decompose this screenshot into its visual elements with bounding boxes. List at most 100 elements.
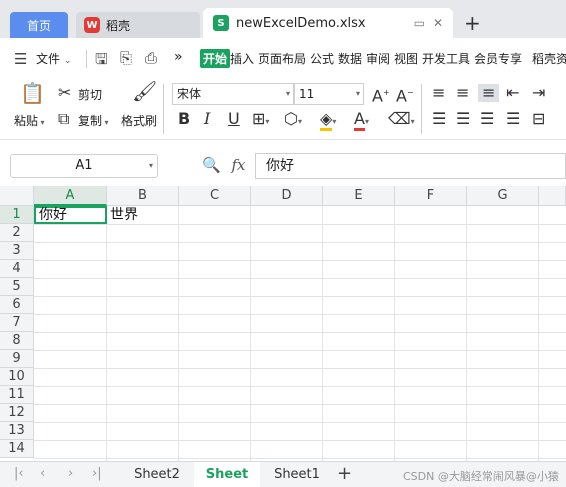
spreadsheet-file-icon: S [213,15,229,31]
paste-icon[interactable]: 📋 [20,83,45,103]
italic-icon[interactable]: I [204,110,210,128]
row-header-8[interactable]: 8 [0,332,34,350]
column-header-h[interactable] [539,186,566,206]
row-header-7[interactable]: 7 [0,314,34,332]
font-size-select[interactable]: 11 ▾ [294,83,364,105]
next-sheet-icon[interactable]: › [68,466,73,481]
menu-review[interactable]: 审阅 [366,50,390,67]
tab-actions: ▭ ✕ [414,16,443,30]
zoom-icon[interactable]: 🔍 [202,156,221,174]
align-bottom-icon[interactable]: ≡ [478,84,500,102]
sheet-tab-sheet[interactable]: Sheet [194,462,260,487]
format-painter-button[interactable]: 格式刷 [121,112,157,129]
last-sheet-icon[interactable]: ›| [92,466,102,481]
align-top-icon[interactable]: ≡ [432,84,445,102]
menu-file[interactable]: 文件 ⌄ [36,50,71,67]
column-header-a[interactable]: A [34,186,107,206]
first-sheet-icon[interactable]: |‹ [14,466,24,481]
copy-button[interactable]: 复制 ▾ [78,112,109,129]
prev-sheet-icon[interactable]: ‹ [40,466,45,481]
menu-page-layout[interactable]: 页面布局 [258,50,306,67]
row-header-6[interactable]: 6 [0,296,34,314]
eraser-icon[interactable]: ⌫▾ [388,110,415,131]
copy-icon[interactable]: ⧉ [58,110,69,128]
export-pdf-icon[interactable]: ⎘ [120,49,132,67]
fx-icon[interactable]: fx [231,156,245,174]
decrease-font-icon[interactable]: A− [396,84,414,105]
scissors-icon[interactable]: ✂ [58,84,71,102]
sheet-tab-sheet2[interactable]: Sheet2 [122,462,192,487]
menu-start[interactable]: 开始 [200,49,231,68]
align-center-icon[interactable]: ☰ [456,110,470,128]
formula-input[interactable]: 你好 [255,153,566,179]
font-name-select[interactable]: 宋体 ▾ [172,83,294,105]
decrease-indent-icon[interactable]: ⇤ [506,84,519,102]
align-right-icon[interactable]: ☰ [480,110,494,128]
menu-view[interactable]: 视图 [394,50,418,67]
row-header-13[interactable]: 13 [0,422,34,440]
row-header-5[interactable]: 5 [0,278,34,296]
menu-developer[interactable]: 开发工具 [422,50,470,67]
row-header-3[interactable]: 3 [0,242,34,260]
print-icon[interactable]: ⎙ [145,49,157,67]
wps-logo-icon: W [84,17,100,33]
tab-home[interactable]: 首页 [10,12,68,38]
column-header-f[interactable]: F [395,186,467,206]
cell-a1[interactable]: 你好 [34,206,107,224]
new-tab-icon[interactable]: + [464,12,481,34]
monitor-icon[interactable]: ▭ [414,16,425,30]
name-box[interactable]: A1 ▾ [10,154,158,178]
row-header-12[interactable]: 12 [0,404,34,422]
menu-docer[interactable]: 稻壳资 [532,50,566,67]
distribute-icon[interactable]: ⊟ [532,110,545,128]
cell-b1[interactable]: 世界 [107,206,179,224]
tab-wps[interactable]: W 稻壳 [76,12,200,38]
justify-icon[interactable]: ☰ [506,110,520,128]
underline-icon[interactable]: U [228,110,240,128]
paste-button[interactable]: 粘贴 ▾ [14,112,45,129]
menu-member[interactable]: 会员专享 [474,50,522,67]
menu-formula[interactable]: 公式 [310,50,334,67]
close-icon[interactable]: ✕ [433,16,443,30]
select-all-corner[interactable] [0,186,34,206]
menu-data[interactable]: 数据 [338,50,362,67]
row-header-2[interactable]: 2 [0,224,34,242]
font-color-icon[interactable]: A▾ [354,109,369,131]
grid-line [34,224,566,225]
grid-line [34,296,566,297]
chevron-down-icon: ⌄ [63,56,72,66]
increase-indent-icon[interactable]: ⇥ [532,84,545,102]
save-icon[interactable]: 🖫 [95,49,108,74]
add-sheet-button[interactable]: + [337,463,352,484]
align-left-icon[interactable]: ☰ [432,110,446,128]
tab-document[interactable]: S newExcelDemo.xlsx ▭ ✕ [203,8,453,38]
cut-button[interactable]: 剪切 [78,86,102,103]
row-header-9[interactable]: 9 [0,350,34,368]
watermark-text: CSDN @大脑经常闹风暴@小猿 [403,470,559,483]
row-header-1[interactable]: 1 [0,206,34,224]
column-header-g[interactable]: G [467,186,539,206]
column-header-d[interactable]: D [251,186,323,206]
hamburger-menu-icon[interactable]: ☰ [14,50,27,68]
column-header-b[interactable]: B [107,186,179,206]
clear-format-icon[interactable]: ⬡▾ [284,110,302,131]
grid-line [34,386,566,387]
sheet-tab-sheet1[interactable]: Sheet1 [262,462,332,487]
chevron-down-icon: ▾ [38,118,45,127]
column-header-c[interactable]: C [179,186,251,206]
more-icon[interactable]: » [174,49,183,65]
bold-icon[interactable]: B [178,110,190,128]
row-header-10[interactable]: 10 [0,368,34,386]
column-header-e[interactable]: E [323,186,395,206]
ribbon-toolbar: 📋 粘贴 ▾ ✂ 剪切 ⧉ 复制 ▾ 🖌 格式刷 宋体 ▾ 11 ▾ A+ A−… [0,78,566,140]
fill-color-icon[interactable]: ◈▾ [320,109,336,131]
row-header-14[interactable]: 14 [0,440,34,458]
row-header-4[interactable]: 4 [0,260,34,278]
align-middle-icon[interactable]: ≡ [456,84,469,102]
menu-insert[interactable]: 插入 [230,50,254,67]
increase-font-icon[interactable]: A+ [372,84,390,105]
format-painter-icon[interactable]: 🖌 [132,81,157,101]
border-icon[interactable]: ⊞▾ [252,110,269,131]
row-header-11[interactable]: 11 [0,386,34,404]
grid-line [34,440,566,441]
